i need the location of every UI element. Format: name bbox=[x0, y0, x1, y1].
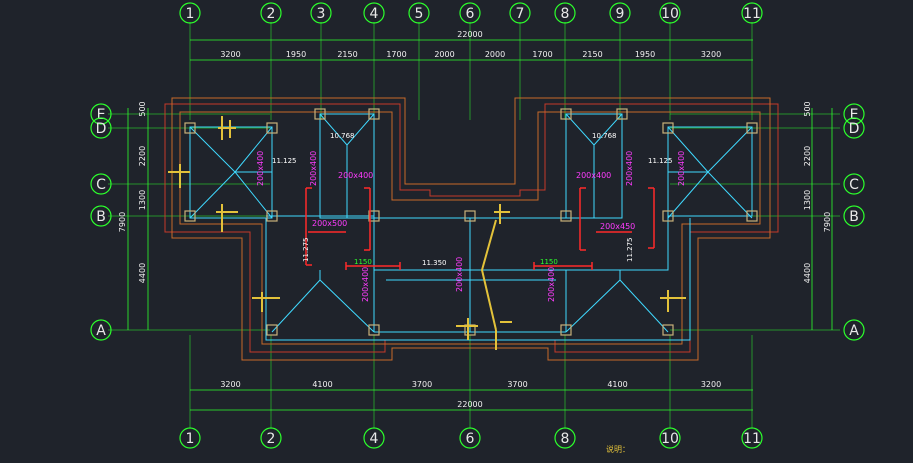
grid-bubble-label: 10 bbox=[661, 431, 679, 447]
dimension-value: 1300 bbox=[138, 190, 147, 210]
elev-label: 11.275 bbox=[626, 238, 634, 263]
dimension-value: 3200 bbox=[220, 50, 240, 59]
elev-label: 10.768 bbox=[330, 132, 355, 140]
dimension-value: 2200 bbox=[803, 146, 812, 166]
grid-bubble-label: B bbox=[96, 209, 106, 225]
dimension-value: 3700 bbox=[412, 380, 432, 389]
beam-size-label: 200x400 bbox=[256, 151, 265, 186]
dim-label: 1150 bbox=[540, 258, 558, 266]
dimension-value: 1700 bbox=[386, 50, 406, 59]
beam-size-label: 200x400 bbox=[309, 151, 318, 186]
dim-label: 1150 bbox=[354, 258, 372, 266]
dimension-value: 3200 bbox=[701, 50, 721, 59]
beam-size-label: 200x400 bbox=[455, 257, 464, 292]
grid-axis-bottom-10: 10 bbox=[659, 427, 681, 449]
cad-drawing: 10.768 10.768 11.125 11.125 11.275 11.27… bbox=[0, 0, 913, 463]
dimension-value: 2200 bbox=[138, 146, 147, 166]
grid-bubble-label: 2 bbox=[267, 6, 276, 22]
dimension-value: 1950 bbox=[286, 50, 306, 59]
dimension-value: 500 bbox=[138, 101, 147, 116]
dimension-value: 7900 bbox=[118, 212, 127, 232]
grid-bubble-label: C bbox=[849, 177, 859, 193]
dimension-value: 2150 bbox=[582, 50, 602, 59]
beam-size-label: 200x400 bbox=[625, 151, 634, 186]
dimension-value: 2000 bbox=[434, 50, 454, 59]
elev-label: 11.275 bbox=[302, 238, 310, 263]
grid-bubble-label: 8 bbox=[561, 6, 570, 22]
dimension-value: 2000 bbox=[485, 50, 505, 59]
grid-bubble-label: 6 bbox=[466, 6, 475, 22]
beam-size-label: 200x450 bbox=[600, 222, 635, 231]
grid-bubble-label: 6 bbox=[466, 431, 475, 447]
dimension-value: 3200 bbox=[220, 380, 240, 389]
dimension-value: 22000 bbox=[457, 30, 482, 39]
elev-label: 11.125 bbox=[648, 157, 673, 165]
dimension-value: 3200 bbox=[701, 380, 721, 389]
grid-bubble-label: 11 bbox=[743, 431, 761, 447]
dimension-value: 22000 bbox=[457, 400, 482, 409]
dimension-value: 4400 bbox=[138, 263, 147, 283]
grid-bubble-label: B bbox=[849, 209, 859, 225]
grid-bubble-label: 3 bbox=[317, 6, 326, 22]
notes-title: 说明： bbox=[606, 444, 630, 454]
dimension-value: 4400 bbox=[803, 263, 812, 283]
dimension-value: 1700 bbox=[532, 50, 552, 59]
grid-bubble-label: 11 bbox=[743, 6, 761, 22]
grid-bubble-label: 4 bbox=[370, 431, 379, 447]
grid-bubble-label: 1 bbox=[186, 6, 195, 22]
beam-size-label: 200x400 bbox=[338, 171, 373, 180]
dimension-value: 7900 bbox=[823, 212, 832, 232]
floor-plan-canvas: 10.768 10.768 11.125 11.125 11.275 11.27… bbox=[0, 0, 913, 463]
grid-bubble-label: 9 bbox=[616, 6, 625, 22]
grid-bubble-label: 10 bbox=[661, 6, 679, 22]
grid-axis-top-10: 10 bbox=[659, 2, 681, 24]
dimension-value: 3700 bbox=[507, 380, 527, 389]
beam-size-label: 200x400 bbox=[576, 171, 611, 180]
dimension-value: 2150 bbox=[337, 50, 357, 59]
elev-label: 10.768 bbox=[592, 132, 617, 140]
grid-bubble-label: 5 bbox=[415, 6, 424, 22]
elev-label: 11.125 bbox=[272, 157, 297, 165]
grid-bubble-label: 8 bbox=[561, 431, 570, 447]
grid-bubble-label: A bbox=[96, 323, 106, 339]
grid-bubble-label: C bbox=[96, 177, 106, 193]
grid-axis-bottom-11: 11 bbox=[741, 427, 763, 449]
grid-bubble-label: 4 bbox=[370, 6, 379, 22]
elev-label: 11.350 bbox=[422, 259, 447, 267]
grid-bubble-label: 2 bbox=[267, 431, 276, 447]
dimension-value: 500 bbox=[803, 101, 812, 116]
dimension-value: 4100 bbox=[607, 380, 627, 389]
grid-bubble-label: D bbox=[849, 121, 860, 137]
beam-size-label: 200x400 bbox=[361, 267, 370, 302]
beam-size-label: 200x400 bbox=[677, 151, 686, 186]
grid-bubble-label: 7 bbox=[516, 6, 525, 22]
beam-size-label: 200x400 bbox=[547, 267, 556, 302]
grid-bubble-label: A bbox=[849, 323, 859, 339]
beam-size-label: 200x500 bbox=[312, 219, 347, 228]
dimension-value: 1300 bbox=[803, 190, 812, 210]
grid-bubble-label: 1 bbox=[186, 431, 195, 447]
dimension-value: 4100 bbox=[312, 380, 332, 389]
grid-bubble-label: D bbox=[96, 121, 107, 137]
dimension-value: 1950 bbox=[635, 50, 655, 59]
grid-axis-top-11: 11 bbox=[741, 2, 763, 24]
